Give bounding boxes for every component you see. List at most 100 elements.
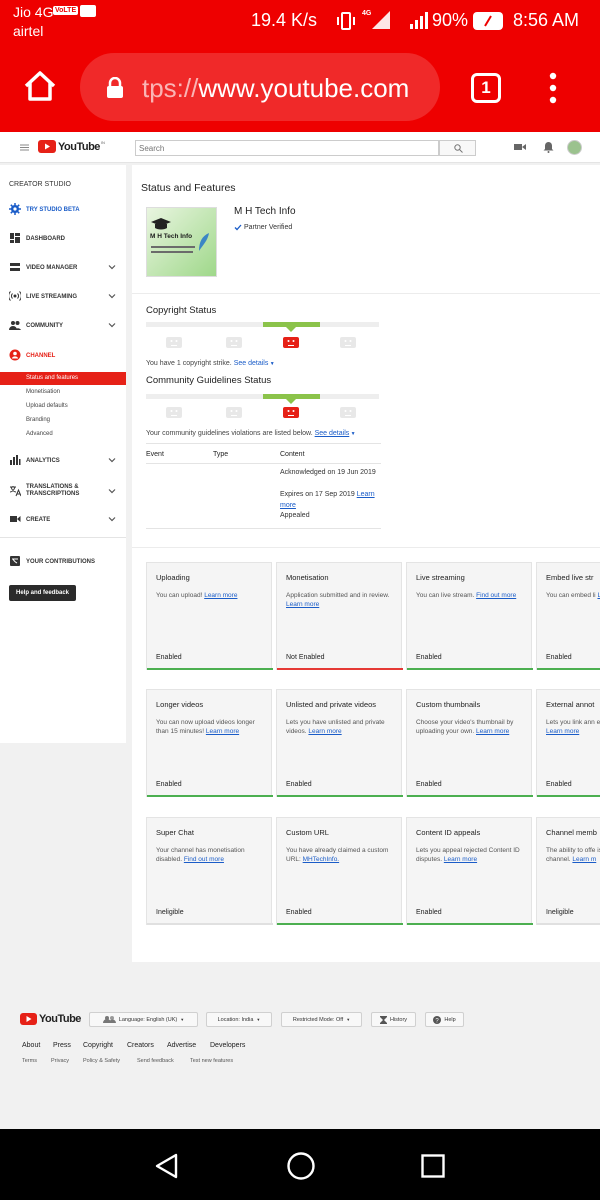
live-streaming-icon [9, 291, 21, 301]
feature-card-status: Enabled [156, 781, 182, 788]
sidebar-sub-active[interactable]: Status and features [0, 372, 126, 385]
footer-link-developers[interactable]: Developers [210, 1042, 245, 1049]
help-button[interactable]: ? Help [425, 1012, 464, 1027]
signal-icon-2 [410, 12, 428, 29]
search-button[interactable] [439, 140, 476, 156]
home-icon[interactable] [23, 70, 57, 102]
feature-card-link[interactable]: Learn more [286, 601, 319, 608]
signal-icon-1 [372, 11, 390, 29]
feature-card-status: Enabled [156, 654, 182, 661]
footer-link-copyright[interactable]: Copyright [83, 1042, 113, 1049]
sidebar-item-translations[interactable]: TRANSLATIONS & TRANSCRIPTIONS [0, 479, 126, 503]
url-prefix: tps:// [142, 73, 199, 103]
footer-link-terms[interactable]: Terms [22, 1058, 37, 1064]
sidebar-sub-branding[interactable]: Branding [26, 417, 50, 423]
footer-link-policy[interactable]: Policy & Safety [83, 1058, 120, 1064]
lock-icon [107, 77, 123, 98]
sidebar-item-try-studio[interactable]: TRY STUDIO BETA [0, 199, 126, 221]
pointer-icon [286, 399, 296, 404]
analytics-icon [10, 455, 21, 465]
table-cell-acknowledged: Acknowledged on 19 Jun 2019 [280, 469, 376, 476]
feature-card-link[interactable]: Learn m [572, 856, 596, 863]
feature-card-status-bar [147, 668, 273, 670]
feature-card-status-bar [407, 923, 533, 925]
recents-icon[interactable] [421, 1154, 445, 1178]
channel-thumbnail[interactable]: M H Tech Info [146, 207, 217, 277]
caret-down-icon: ▼ [256, 1017, 261, 1022]
strike-face-icon [226, 407, 242, 418]
carrier-1: Jio 4G [13, 4, 54, 20]
copyright-text-line: You have 1 copyright strike. See details… [146, 360, 275, 367]
url-text[interactable]: tps://www.youtube.com [142, 73, 409, 104]
feature-card-link[interactable]: Find out more [184, 856, 224, 863]
language-label: Language: English (UK) [118, 1016, 178, 1023]
location-button[interactable]: Location: India ▼ [206, 1012, 272, 1027]
footer-logo[interactable]: YouTube [20, 1013, 81, 1025]
sidebar-item-video-manager[interactable]: VIDEO MANAGER [0, 257, 126, 279]
search-icon [454, 144, 463, 153]
caret-down-icon: ▼ [349, 431, 356, 437]
feature-card: Custom thumbnails Choose your video's thu… [406, 689, 533, 797]
feature-card-link[interactable]: Learn more [308, 728, 341, 735]
footer-link-send-feedback[interactable]: Send feedback [137, 1058, 174, 1064]
sidebar-item-create[interactable]: CREATE [0, 509, 126, 531]
menu-kebab-icon[interactable] [548, 72, 558, 104]
caret-down-icon: ▼ [346, 1017, 351, 1022]
tab-switcher-button[interactable]: 1 [471, 73, 501, 103]
restricted-mode-button[interactable]: Restricted Mode: Off ▼ [281, 1012, 362, 1027]
sidebar-sub-monetisation[interactable]: Monetisation [26, 389, 60, 395]
chevron-down-icon [108, 323, 116, 328]
search-input[interactable] [135, 140, 439, 156]
footer-link-creators[interactable]: Creators [127, 1042, 154, 1049]
feature-card-link[interactable]: Find out more [476, 592, 516, 599]
feature-card-link[interactable]: Learn more [444, 856, 477, 863]
feature-card-description: Choose your video's thumbnail by uploadi… [416, 718, 528, 736]
see-details-link[interactable]: See details [234, 360, 269, 367]
sidebar-sub-upload-defaults[interactable]: Upload defaults [26, 403, 68, 409]
feature-card-title: Channel memb [546, 828, 597, 837]
footer-link-privacy[interactable]: Privacy [51, 1058, 69, 1064]
channel-name[interactable]: M H Tech Info [234, 206, 296, 217]
feature-card-status-bar [147, 923, 273, 925]
footer-link-test-features[interactable]: Test new features [190, 1058, 233, 1064]
sidebar-sub-advanced[interactable]: Advanced [26, 431, 53, 437]
feature-card-link[interactable]: Learn more [546, 728, 579, 735]
footer-link-advertise[interactable]: Advertise [167, 1042, 196, 1049]
feature-card-link[interactable]: Learn more [206, 728, 239, 735]
feature-card-link[interactable]: MHTechInfo. [303, 856, 340, 863]
partner-verified: Partner Verified [244, 224, 293, 231]
upload-camera-icon[interactable] [514, 143, 526, 151]
back-icon[interactable] [154, 1152, 180, 1180]
sidebar-item-community[interactable]: COMMUNITY [0, 315, 126, 337]
language-button[interactable]: Language: English (UK) ▼ [89, 1012, 198, 1027]
feature-card-description: You can upload! Learn more [156, 591, 268, 600]
footer-link-press[interactable]: Press [53, 1042, 71, 1049]
home-nav-icon[interactable] [286, 1151, 316, 1181]
table-header-event: Event [146, 451, 164, 458]
hamburger-icon[interactable] [20, 144, 29, 151]
help-feedback-button[interactable]: Help and feedback [9, 585, 76, 601]
yt-play-icon [38, 140, 56, 153]
strike-face-active-icon [283, 407, 299, 418]
sidebar-sub-status-features: Status and features [26, 375, 79, 381]
avatar[interactable] [567, 140, 582, 155]
sidebar-item-contributions[interactable]: YOUR CONTRIBUTIONS [0, 551, 126, 573]
sidebar-item-channel[interactable]: CHANNEL [0, 345, 126, 367]
feature-card-title: Embed live str [546, 573, 594, 582]
sidebar-item-live-streaming[interactable]: LIVE STREAMING [0, 286, 126, 308]
feature-card-status-bar [147, 795, 273, 797]
sidebar-item-dashboard[interactable]: DASHBOARD [0, 228, 126, 250]
history-button[interactable]: History [371, 1012, 416, 1027]
feature-card: Custom URL You have already claimed a cus… [276, 817, 403, 925]
sidebar-item-label: ANALYTICS [26, 458, 60, 464]
bell-icon[interactable] [543, 141, 554, 153]
caret-down-icon: ▼ [180, 1017, 185, 1022]
feature-card-link[interactable]: Learn more [204, 592, 237, 599]
feature-card-link[interactable]: Learn more [476, 728, 509, 735]
sidebar-item-analytics[interactable]: ANALYTICS [0, 450, 126, 472]
see-details-link[interactable]: See details [315, 430, 350, 437]
help-label: Help [444, 1016, 456, 1023]
footer-link-about[interactable]: About [22, 1042, 40, 1049]
yt-logo[interactable]: YouTube IN [38, 140, 105, 153]
strike-face-icon [226, 337, 242, 348]
